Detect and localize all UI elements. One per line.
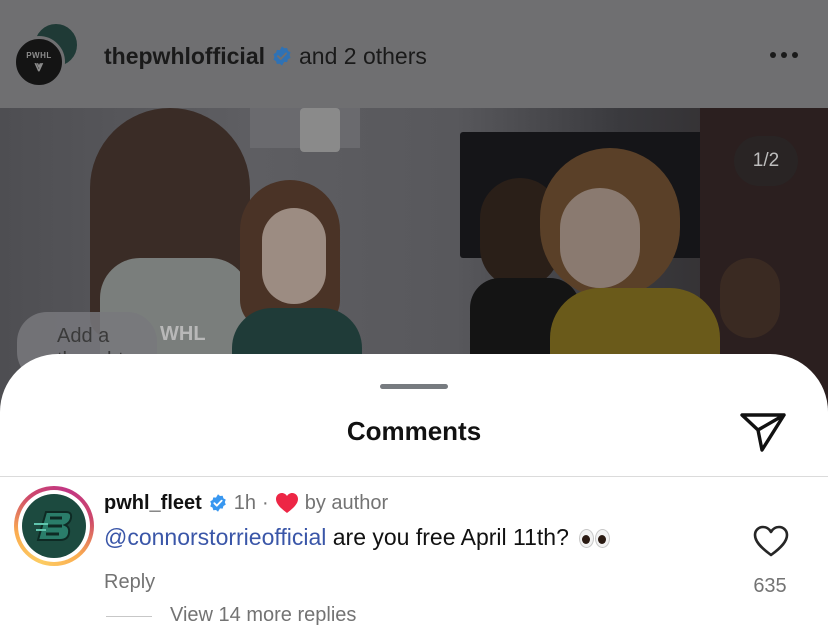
more-options-icon[interactable] (762, 40, 806, 70)
author-like-label: by author (304, 491, 389, 514)
screen: PWHL ⩔ thepwhlofficial and 2 others WHL … (0, 0, 828, 644)
comment-body: are you free April 11th? (332, 524, 569, 550)
post-author-line[interactable]: thepwhlofficial and 2 others (104, 40, 427, 72)
meta-separator: · (262, 491, 269, 514)
replies-divider (106, 616, 152, 617)
comment-meta: pwhl_fleet 1h · by author (104, 490, 388, 516)
comment-time: 1h (233, 491, 257, 514)
like-count: 635 (753, 575, 787, 597)
post-header: PWHL ⩔ thepwhlofficial and 2 others (0, 0, 828, 108)
jersey-text: WHL (160, 323, 206, 345)
sheet-title: Comments (346, 416, 482, 446)
sheet-divider (0, 476, 828, 477)
heart-filled-icon (275, 493, 298, 513)
reply-button[interactable]: Reply (104, 571, 155, 594)
commenter-avatar[interactable] (14, 486, 94, 566)
sheet-grab-handle[interactable] (380, 384, 448, 389)
pwhl-logo-icon: ⩔ (34, 57, 44, 75)
comment-username[interactable]: pwhl_fleet (104, 492, 202, 515)
image-counter: 1/2 (734, 136, 798, 186)
verified-badge-icon (210, 494, 226, 512)
send-icon[interactable] (738, 410, 788, 454)
post-avatar-stack[interactable]: PWHL ⩔ (13, 22, 81, 90)
verified-badge-icon (273, 46, 291, 66)
comment-text: @connorstorrieofficial are you free Apri… (104, 524, 611, 551)
post-collaborators[interactable]: and 2 others (299, 43, 427, 70)
eyes-emoji (579, 529, 611, 549)
comment-mention[interactable]: @connorstorrieofficial (104, 524, 326, 550)
view-replies-button[interactable]: View 14 more replies (170, 604, 356, 627)
pwhl-avatar: PWHL ⩔ (13, 36, 65, 88)
fleet-logo-icon (22, 494, 86, 558)
post-author-name[interactable]: thepwhlofficial (104, 43, 265, 70)
comments-sheet: Comments pwhl_fleet 1h · by author @conn… (0, 354, 828, 644)
heart-outline-icon[interactable] (752, 524, 790, 558)
